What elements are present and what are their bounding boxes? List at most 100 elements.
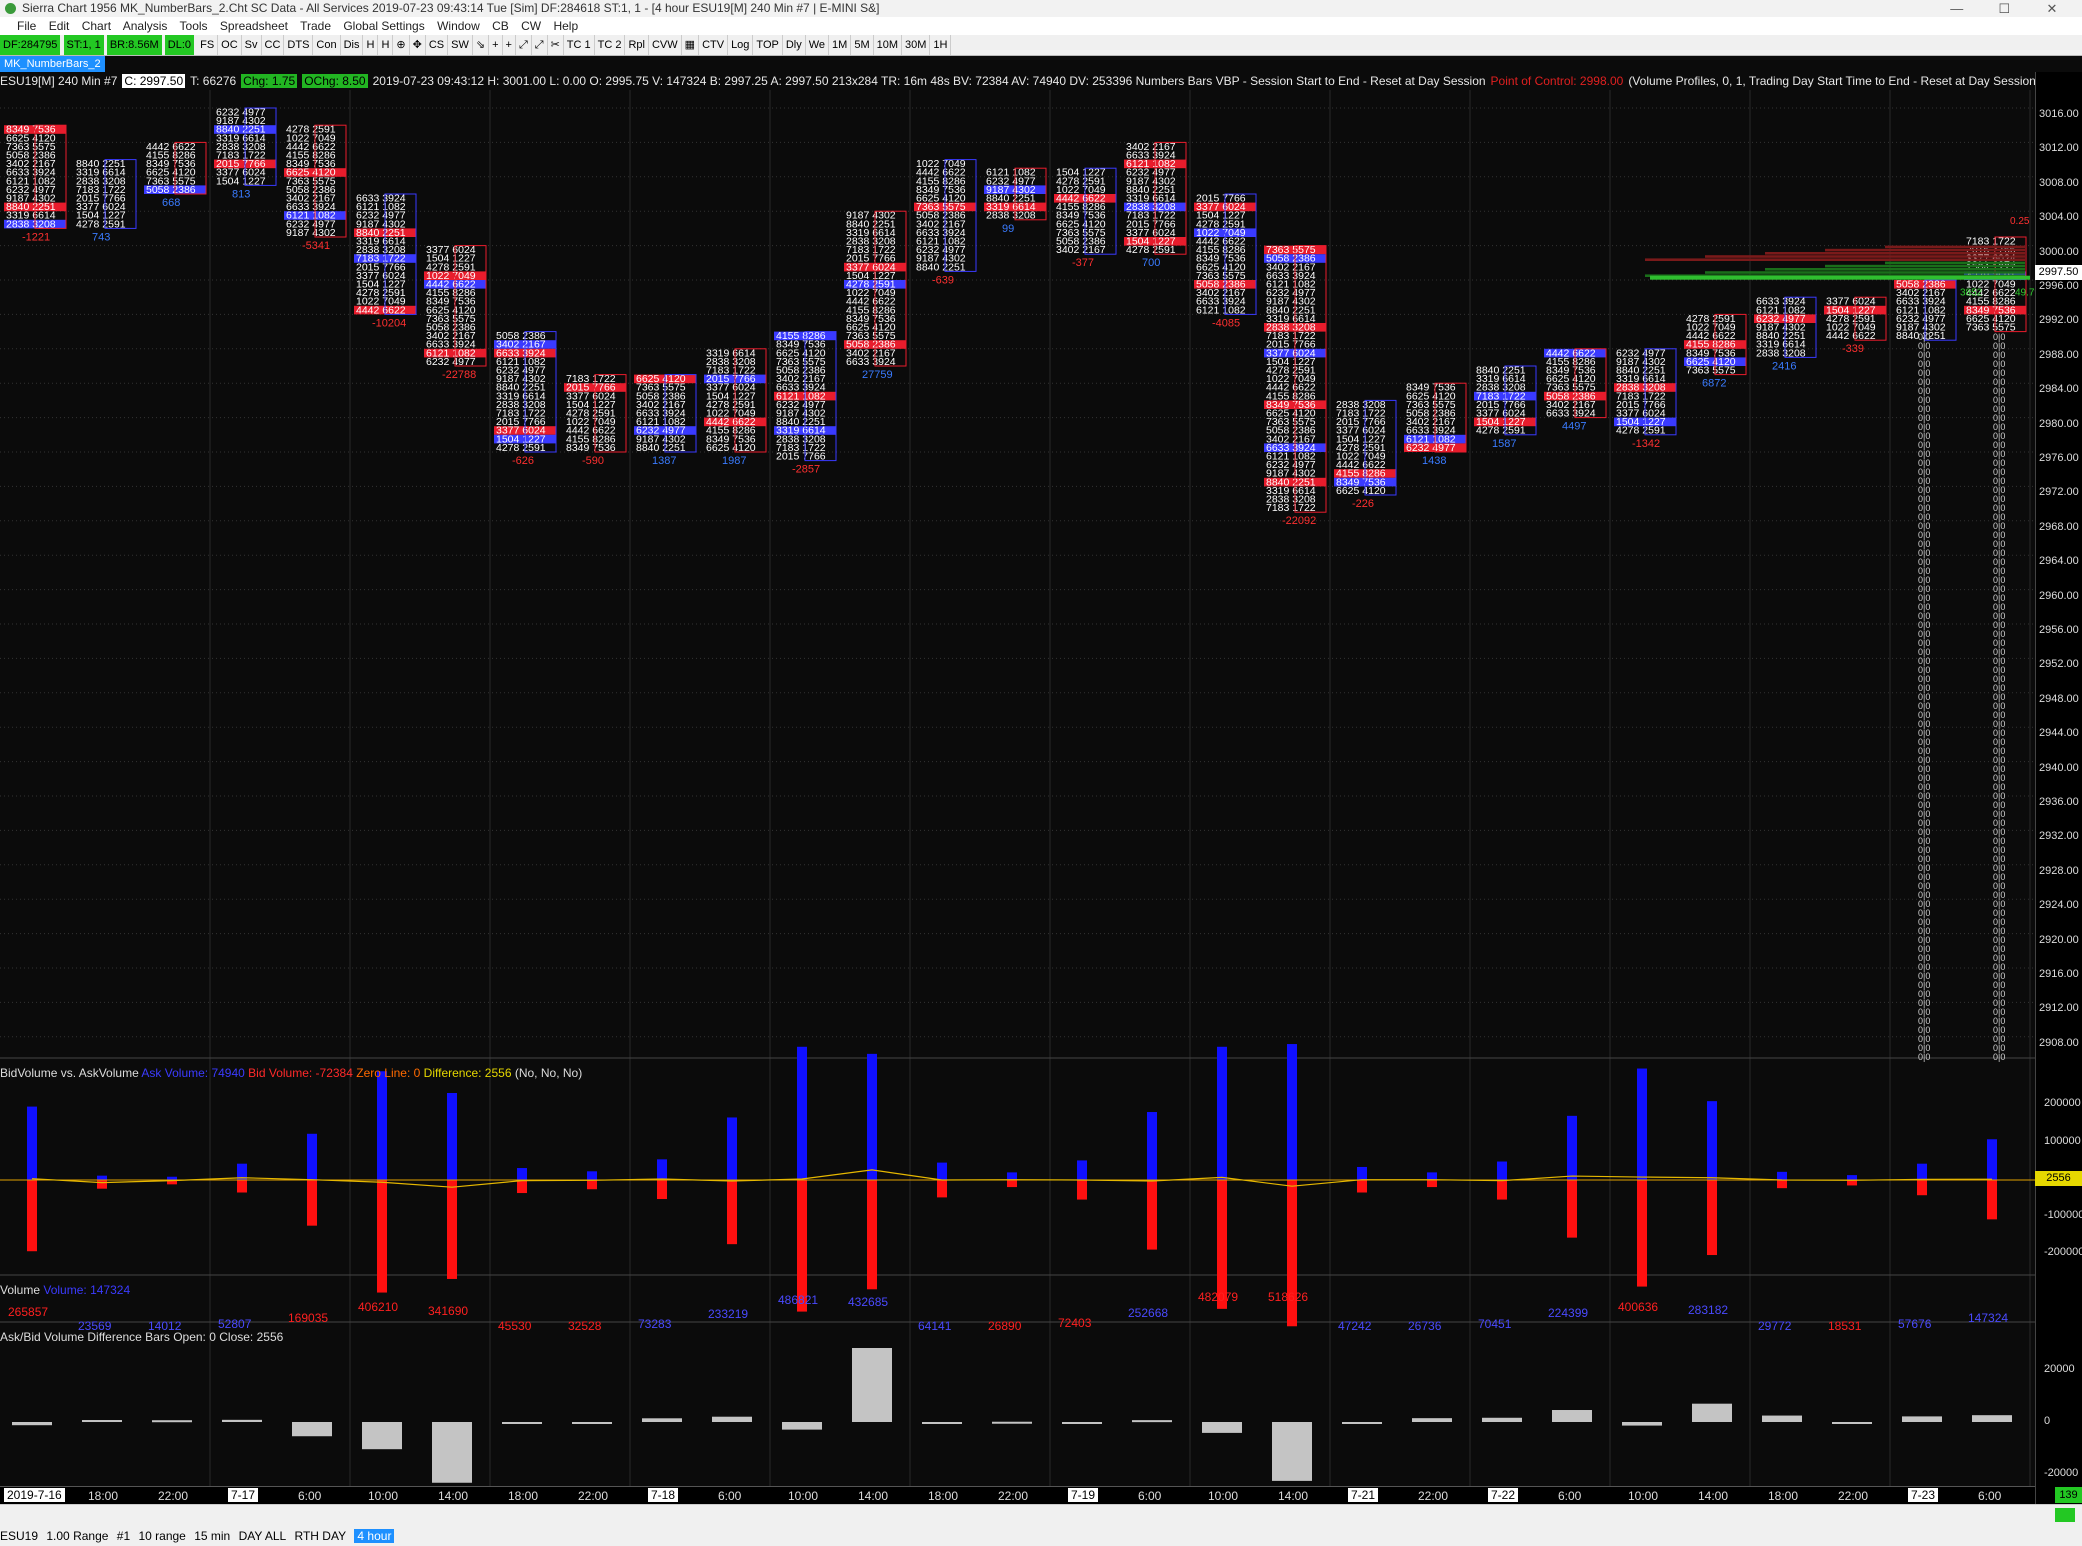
time-label: 18:00 bbox=[508, 1489, 539, 1503]
menu-global-settings[interactable]: Global Settings bbox=[343, 19, 424, 33]
chart-tab[interactable]: MK_NumberBars_2 bbox=[0, 56, 105, 72]
toolbar-button[interactable]: Rpl bbox=[625, 35, 649, 55]
toolbar-button[interactable]: 1H bbox=[930, 35, 952, 55]
toolbar-button[interactable]: CC bbox=[262, 35, 285, 55]
toolbar-button[interactable]: 30M bbox=[902, 35, 931, 55]
toolbar-button[interactable]: Sv bbox=[242, 35, 262, 55]
tab-range[interactable]: 1.00 Range bbox=[46, 1529, 108, 1543]
price-axis[interactable]: 3016.00 3012.00 3008.00 3004.00 3000.00 2996.… bbox=[2035, 72, 2082, 1524]
tab-10-range[interactable]: 10 range bbox=[138, 1529, 185, 1543]
close-button[interactable]: ✕ bbox=[2030, 0, 2074, 17]
difference-bar bbox=[1202, 1422, 1242, 1433]
toolbar-button[interactable]: ⤢ bbox=[532, 35, 548, 55]
menu-analysis[interactable]: Analysis bbox=[123, 19, 168, 33]
volume-profile-bar bbox=[1705, 271, 2025, 274]
toolbar-button[interactable]: ⇘ bbox=[473, 35, 490, 55]
toolbar-button[interactable]: CVW bbox=[649, 35, 682, 55]
horizontal-scrollbar[interactable] bbox=[0, 1504, 2082, 1527]
chart-area[interactable]: 8349 7536 6625 4120 7363 5575 5058 2386 3402… bbox=[0, 72, 2043, 1524]
menu-help[interactable]: Help bbox=[553, 19, 578, 33]
tab-15-min[interactable]: 15 min bbox=[194, 1529, 230, 1543]
price-axis-label: 2956.00 bbox=[2039, 624, 2079, 636]
numbers-bar: 8349 75366625 41207363 55755058 23863402… bbox=[1404, 382, 1467, 467]
diff-close: Close: 2556 bbox=[219, 1330, 284, 1344]
toolbar-button[interactable]: ▦ bbox=[682, 35, 700, 55]
menu-chart[interactable]: Chart bbox=[82, 19, 111, 33]
maximize-button[interactable]: ☐ bbox=[1982, 0, 2026, 17]
bar-delta-label: -2857 bbox=[792, 464, 820, 476]
ask-volume-bar bbox=[1847, 1175, 1857, 1180]
toolbar-button[interactable]: Dis bbox=[341, 35, 364, 55]
toolbar-button[interactable]: SW bbox=[448, 35, 473, 55]
tab-day-all[interactable]: DAY ALL bbox=[239, 1529, 287, 1543]
price-axis-label: 2932.00 bbox=[2039, 830, 2079, 843]
scroll-thumb[interactable] bbox=[2055, 1508, 2075, 1522]
bid-volume-bar bbox=[587, 1180, 597, 1190]
subgraph-axis-label: 0 bbox=[2044, 1415, 2051, 1427]
toolbar-button[interactable]: TC 2 bbox=[595, 35, 626, 55]
time-label: 22:00 bbox=[1418, 1489, 1449, 1503]
numbers-bar: 4155 82868349 75366625 41207363 55755058… bbox=[774, 330, 837, 476]
bid-volume-bar bbox=[237, 1180, 247, 1193]
menu-tools[interactable]: Tools bbox=[180, 19, 208, 33]
numbers-bar: 8349 75366625 41207363 55755058 23863402… bbox=[4, 124, 67, 243]
difference-bar bbox=[642, 1418, 682, 1422]
toolbar-button[interactable]: 1M bbox=[829, 35, 852, 55]
menu-edit[interactable]: Edit bbox=[49, 19, 70, 33]
toolbar-button[interactable]: + bbox=[489, 35, 503, 55]
numbers-bar: 5058 23863402 21676633 39246121 10826232… bbox=[494, 330, 557, 467]
toolbar-button[interactable]: We bbox=[806, 35, 830, 55]
subgraph-axis-label: -100000 bbox=[2044, 1209, 2082, 1221]
difference-bar bbox=[1342, 1422, 1382, 1424]
volume-profile-bar bbox=[1765, 268, 2025, 271]
toolbar-button[interactable]: 10M bbox=[874, 35, 903, 55]
open-change-label: OChg: 8.50 bbox=[302, 74, 368, 88]
menu-cb[interactable]: CB bbox=[492, 19, 509, 33]
volume-label: 341690 bbox=[428, 1304, 468, 1318]
volume-panel-title: Volume Volume: 147324 bbox=[0, 1283, 130, 1297]
toolbar-button[interactable]: ⊕ bbox=[393, 35, 410, 55]
menu-cw[interactable]: CW bbox=[521, 19, 541, 33]
price-axis-label: 2992.00 bbox=[2039, 314, 2079, 327]
price-axis-label: 2928.00 bbox=[2039, 864, 2079, 877]
toolbar-button[interactable]: TC 1 bbox=[564, 35, 595, 55]
time-label: 10:00 bbox=[1208, 1489, 1239, 1503]
price-axis-label: 3000.00 bbox=[2039, 245, 2079, 258]
menu-file[interactable]: File bbox=[17, 19, 36, 33]
toolbar-button[interactable]: CS bbox=[426, 35, 449, 55]
time-axis[interactable]: 2019-7-16 18:00 22:00 7-17 6:00 10:00 14:00 18:… bbox=[0, 1486, 2035, 1505]
toolbar-button[interactable]: Dly bbox=[783, 35, 806, 55]
br-indicator: BR:8.56M bbox=[106, 35, 162, 55]
volume-profile-bar bbox=[1765, 252, 2025, 255]
ask-volume-bar bbox=[517, 1168, 527, 1180]
minimize-button[interactable]: — bbox=[1935, 0, 1979, 17]
volume-label: 57676 bbox=[1898, 1317, 1932, 1331]
tab-1[interactable]: #1 bbox=[117, 1529, 130, 1543]
toolbar-button[interactable]: ✂ bbox=[548, 35, 564, 55]
toolbar-button[interactable]: 5M bbox=[851, 35, 874, 55]
difference-bar bbox=[432, 1422, 472, 1483]
toolbar-button[interactable]: FS bbox=[197, 35, 219, 55]
toolbar-button[interactable]: OC bbox=[218, 35, 242, 55]
price-axis-label: 2988.00 bbox=[2039, 348, 2079, 361]
toolbar-button[interactable]: H bbox=[363, 35, 379, 55]
toolbar-button[interactable]: CTV bbox=[699, 35, 729, 55]
toolbar-button[interactable]: Con bbox=[313, 35, 341, 55]
profile-label: 0.25 bbox=[2010, 216, 2030, 227]
toolbar-button[interactable]: + bbox=[503, 35, 516, 55]
toolbar-button[interactable]: DTS bbox=[284, 35, 314, 55]
toolbar-button[interactable]: ⤢ bbox=[516, 35, 532, 55]
toolbar-button[interactable]: H bbox=[378, 35, 394, 55]
tab-esu19[interactable]: ESU19 bbox=[0, 1529, 38, 1543]
bid-volume-bar bbox=[27, 1180, 37, 1252]
tab-rth-day[interactable]: RTH DAY bbox=[295, 1529, 347, 1543]
bar-delta-label: -10204 bbox=[372, 317, 406, 329]
menu-spreadsheet[interactable]: Spreadsheet bbox=[220, 19, 288, 33]
price-axis-label: 2912.00 bbox=[2039, 1002, 2079, 1015]
toolbar-button[interactable]: TOP bbox=[753, 35, 783, 55]
tab-4-hour[interactable]: 4 hour bbox=[354, 1529, 395, 1543]
menu-trade[interactable]: Trade bbox=[300, 19, 331, 33]
toolbar-button[interactable]: Log bbox=[728, 35, 754, 55]
toolbar-button[interactable]: ✥ bbox=[410, 35, 426, 55]
menu-window[interactable]: Window bbox=[437, 19, 480, 33]
